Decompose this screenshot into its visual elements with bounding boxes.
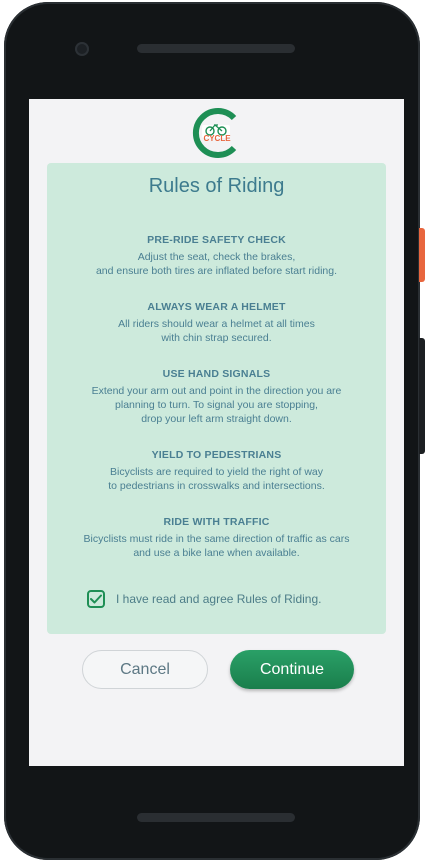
dialog-title: Rules of Riding: [148, 175, 285, 197]
rule-title: RIDE WITH TRAFFIC: [163, 516, 270, 528]
agree-checkbox[interactable]: [87, 590, 105, 608]
rule-use-hand-signals: USE HAND SIGNALS Extend your arm out and…: [47, 368, 386, 426]
rule-line: Bicyclists are required to yield the rig…: [109, 466, 323, 478]
rule-pre-ride-safety-check: PRE-RIDE SAFETY CHECK Adjust the seat, c…: [47, 234, 386, 278]
rule-body: Extend your arm out and point in the dir…: [47, 384, 386, 426]
volume-button[interactable]: [419, 338, 425, 454]
rule-line: with chin strap secured.: [161, 332, 272, 344]
continue-button[interactable]: Continue: [230, 650, 354, 689]
earpiece-speaker: [137, 44, 295, 53]
agree-label: I have read and agree Rules of Riding.: [116, 592, 322, 606]
rule-title: PRE-RIDE SAFETY CHECK: [147, 234, 286, 246]
bottom-speaker: [137, 813, 295, 822]
rule-always-wear-a-helmet: ALWAYS WEAR A HELMET All riders should w…: [47, 301, 386, 345]
rule-line: Bicyclists must ride in the same directi…: [83, 533, 350, 545]
rule-line: All riders should wear a helmet at all t…: [118, 318, 315, 330]
rule-line: to pedestrians in crosswalks and interse…: [108, 480, 325, 492]
phone-frame: CYCLE Rules of Riding PRE-RIDE SAFETY CH…: [4, 2, 420, 860]
rule-line: planning to turn. To signal you are stop…: [115, 399, 318, 411]
rule-title: YIELD TO PEDESTRIANS: [151, 449, 282, 461]
rule-title: ALWAYS WEAR A HELMET: [147, 301, 286, 313]
cycle-logo-icon: CYCLE: [192, 108, 237, 158]
rule-line: and ensure both tires are inflated befor…: [95, 265, 338, 277]
rule-body: Adjust the seat, check the brakes, and e…: [47, 250, 386, 278]
rule-line: Extend your arm out and point in the dir…: [91, 385, 342, 397]
rules-card: Rules of Riding PRE-RIDE SAFETY CHECK Ad…: [47, 163, 386, 634]
rule-ride-with-traffic: RIDE WITH TRAFFIC Bicyclists must ride i…: [47, 516, 386, 560]
checkmark-icon: [90, 594, 102, 604]
logo-text: CYCLE: [203, 134, 231, 143]
rule-body: Bicyclists must ride in the same directi…: [47, 532, 386, 560]
rule-body: All riders should wear a helmet at all t…: [47, 317, 386, 345]
front-camera: [75, 42, 89, 56]
rule-title: USE HAND SIGNALS: [162, 368, 271, 380]
rule-line: Adjust the seat, check the brakes,: [137, 251, 296, 263]
app-screen: CYCLE Rules of Riding PRE-RIDE SAFETY CH…: [29, 99, 404, 766]
agree-row[interactable]: I have read and agree Rules of Riding.: [87, 589, 321, 609]
cancel-button[interactable]: Cancel: [82, 650, 208, 689]
power-button[interactable]: [419, 228, 425, 282]
rule-yield-to-pedestrians: YIELD TO PEDESTRIANS Bicyclists are requ…: [47, 449, 386, 493]
rule-line: drop your left arm straight down.: [141, 413, 292, 425]
rule-line: and use a bike lane when available.: [133, 547, 300, 559]
rule-body: Bicyclists are required to yield the rig…: [47, 465, 386, 493]
